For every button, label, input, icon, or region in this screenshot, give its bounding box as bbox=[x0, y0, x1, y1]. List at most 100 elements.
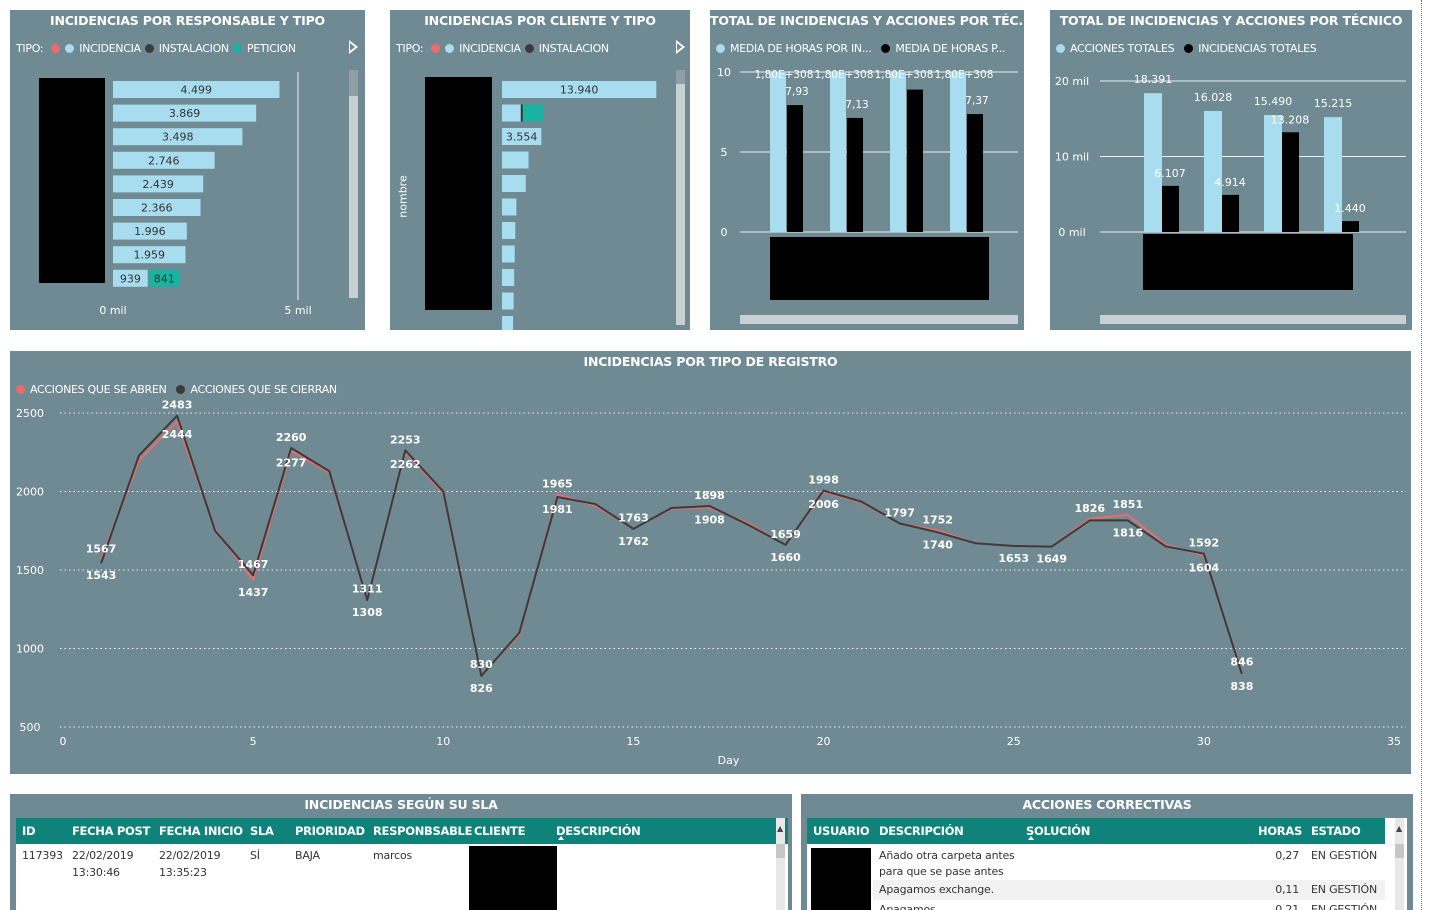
data-label: 13.940 bbox=[560, 84, 599, 97]
data-label: 1467 bbox=[238, 558, 269, 571]
y-tick-label: 0 mil bbox=[1058, 226, 1085, 239]
bar-media-horas-p bbox=[967, 114, 983, 232]
data-label: 2444 bbox=[162, 428, 193, 441]
line-chart-registro: 500 1000 1500 2000 2500 0 5 10 15 20 25 30 35 Day 1567… bbox=[16, 399, 1406, 767]
redacted-cliente bbox=[469, 846, 557, 910]
panel-incidencias-cliente: INCIDENCIAS POR CLIENTE Y TIPO TIPO: INC… bbox=[390, 10, 690, 330]
horizontal-scrollbar[interactable] bbox=[740, 315, 1018, 324]
data-label: 1567 bbox=[86, 542, 117, 555]
cell-fecha-inicio-time: 13:35:23 bbox=[159, 866, 207, 879]
x-tick-label: 0 bbox=[60, 735, 67, 748]
y-tick-label: 0 bbox=[721, 226, 728, 239]
bar-peticion bbox=[522, 104, 544, 122]
data-label: 1851 bbox=[1112, 498, 1143, 511]
column-header-descripcion[interactable]: DESCRIPCIÓN bbox=[879, 824, 964, 838]
cell-descripcion-line1: Añado otra carpeta antes bbox=[879, 849, 1015, 862]
y-tick-label: 5 bbox=[721, 146, 728, 159]
data-label: 1998 bbox=[808, 474, 839, 487]
scrollbar-thumb[interactable] bbox=[676, 84, 685, 325]
data-label: 18.391 bbox=[1134, 73, 1173, 86]
cell-estado: EN GESTIÓN bbox=[1311, 883, 1377, 896]
scrollbar-thumb[interactable] bbox=[1395, 844, 1404, 858]
vertical-scrollbar[interactable]: ▲ bbox=[776, 818, 785, 910]
vertical-scrollbar[interactable] bbox=[349, 70, 358, 298]
x-tick-label: 30 bbox=[1197, 735, 1211, 748]
x-tick-label: 20 bbox=[817, 735, 831, 748]
bar-media-horas-p bbox=[847, 117, 863, 232]
bar-incidencia bbox=[502, 316, 514, 330]
data-label: 15.215 bbox=[1314, 97, 1353, 110]
data-label: 2253 bbox=[390, 433, 421, 446]
bar-incidencia bbox=[502, 269, 515, 286]
column-header-prioridad[interactable]: PRIORIDAD bbox=[295, 824, 365, 838]
scrollbar-thumb[interactable] bbox=[776, 844, 785, 858]
panel-horas-tecnico: TOTAL DE INCIDENCIAS Y ACCIONES POR TÉC.… bbox=[710, 10, 1024, 330]
data-label: 2277 bbox=[276, 457, 307, 470]
panel-acciones-correctivas: ACCIONES CORRECTIVAS USUARIO DESCRIPCIÓN… bbox=[801, 794, 1413, 910]
sla-table: ID FECHA POST FECHA INICIO SLA PRIORIDAD… bbox=[16, 818, 788, 910]
data-label: 1659 bbox=[770, 528, 801, 541]
y-tick-label: 1500 bbox=[16, 564, 44, 577]
data-label: 1,80E+308 bbox=[875, 69, 934, 81]
bar-chart-responsable: 4.499 3.869 3.498 2.746 2.439 2.366 1.996 1.959… bbox=[99, 72, 312, 317]
data-label: 1.996 bbox=[134, 225, 166, 238]
column-header-estado[interactable]: ESTADO bbox=[1311, 824, 1361, 838]
data-label: 1437 bbox=[238, 586, 269, 599]
panel-totales-tecnico: TOTAL DE INCIDENCIAS Y ACCIONES POR TÉCN… bbox=[1050, 10, 1412, 330]
column-header-fecha-inicio[interactable]: FECHA INICIO bbox=[159, 824, 243, 838]
data-label: 1,80E+308 bbox=[815, 69, 874, 81]
data-label: 7,13 bbox=[845, 99, 868, 111]
bar-instalacion bbox=[520, 104, 523, 122]
data-label: 1592 bbox=[1189, 537, 1220, 550]
column-header-fecha-post[interactable]: FECHA POST bbox=[72, 824, 150, 838]
data-label: 6.107 bbox=[1154, 167, 1186, 180]
data-label: 2262 bbox=[390, 458, 421, 471]
table-row[interactable]: Apagamos 0,21 EN GESTIÓN bbox=[873, 900, 1385, 910]
data-label: 1.959 bbox=[133, 249, 165, 262]
y-tick-label: 1000 bbox=[16, 643, 44, 656]
x-tick-label: 25 bbox=[1007, 735, 1021, 748]
data-label: 1762 bbox=[618, 535, 649, 548]
bar-incidencia bbox=[502, 245, 515, 263]
column-header-sla[interactable]: SLA bbox=[250, 824, 274, 838]
data-label: 4.914 bbox=[1214, 176, 1246, 189]
redacted-usuario bbox=[811, 848, 871, 910]
column-header-descripcion[interactable]: DESCRIPCIÓN bbox=[556, 824, 641, 838]
x-tick-label: 5 mil bbox=[284, 304, 311, 317]
column-header-usuario[interactable]: USUARIO bbox=[813, 824, 870, 838]
x-tick-label: 10 bbox=[436, 735, 450, 748]
vertical-scrollbar[interactable]: ▲ bbox=[1395, 818, 1404, 910]
scrollbar-thumb[interactable] bbox=[349, 96, 358, 298]
data-label: 7,93 bbox=[785, 86, 808, 98]
panel-title: INCIDENCIAS SEGÚN SU SLA bbox=[304, 797, 498, 812]
bar-incidencias-totales bbox=[1162, 185, 1179, 232]
data-label: 1308 bbox=[352, 606, 383, 619]
data-label: 1543 bbox=[86, 569, 117, 582]
table-row[interactable]: 117393 22/02/2019 13:30:46 22/02/2019 13… bbox=[16, 844, 774, 910]
scroll-up-arrow-icon[interactable]: ▲ bbox=[1396, 824, 1402, 833]
cell-fecha-post-date: 22/02/2019 bbox=[72, 849, 134, 862]
x-tick-label: 0 mil bbox=[99, 304, 126, 317]
data-label: 939 bbox=[120, 272, 141, 285]
canvas-edge-line bbox=[1421, 0, 1422, 910]
y-tick-label: 500 bbox=[20, 721, 41, 734]
data-label: 1.440 bbox=[1334, 202, 1366, 215]
vertical-scrollbar[interactable] bbox=[676, 70, 685, 325]
data-label: 2.439 bbox=[142, 178, 174, 191]
horizontal-scrollbar[interactable] bbox=[1100, 315, 1406, 324]
column-header-cliente[interactable]: CLIENTE bbox=[474, 824, 525, 838]
column-header-responsable[interactable]: RESPONBSABLE bbox=[373, 824, 472, 838]
y-tick-label: 10 bbox=[717, 66, 731, 79]
table-row[interactable]: Añado otra carpeta antes para que se pas… bbox=[873, 844, 1385, 880]
column-header-horas[interactable]: HORAS bbox=[1258, 824, 1302, 838]
x-tick-label: 5 bbox=[250, 735, 257, 748]
bar-media-horas-in bbox=[950, 72, 966, 232]
column-header-id[interactable]: ID bbox=[22, 824, 36, 838]
cell-descripcion-line1: Apagamos exchange. bbox=[879, 883, 994, 896]
data-label: 846 bbox=[1230, 656, 1253, 669]
data-label: 1981 bbox=[542, 503, 573, 516]
scroll-up-arrow-icon[interactable]: ▲ bbox=[777, 824, 783, 833]
table-row[interactable]: Apagamos exchange. 0,11 EN GESTIÓN bbox=[873, 880, 1385, 900]
data-label: 13.208 bbox=[1271, 113, 1310, 126]
column-header-solucion[interactable]: SOLUCIÓN bbox=[1026, 824, 1090, 838]
